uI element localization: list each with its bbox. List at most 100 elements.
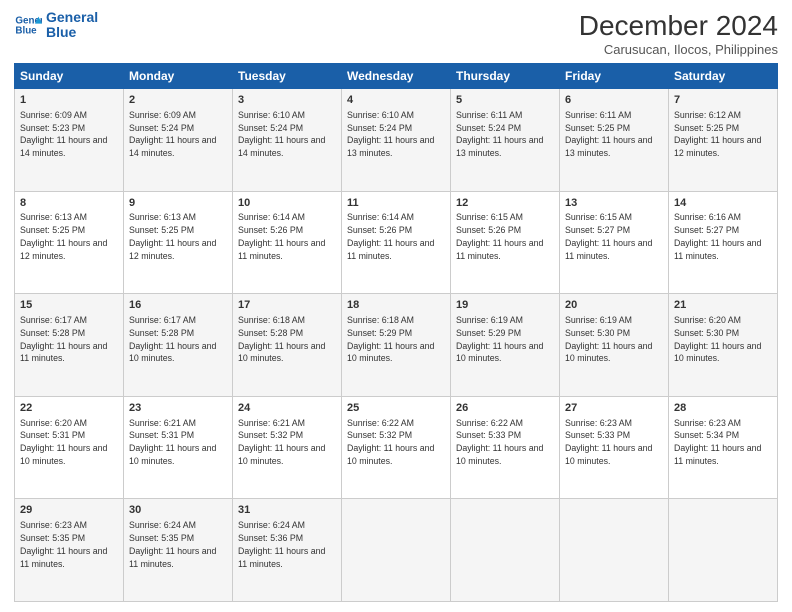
day-info: Sunrise: 6:22 AMSunset: 5:32 PMDaylight:… — [347, 418, 434, 466]
day-number: 3 — [238, 93, 336, 108]
day-number: 27 — [565, 401, 663, 416]
day-info: Sunrise: 6:23 AMSunset: 5:33 PMDaylight:… — [565, 418, 652, 466]
day-number: 31 — [238, 503, 336, 518]
logo-line2: Blue — [46, 25, 98, 40]
calendar-day-cell: 3 Sunrise: 6:10 AMSunset: 5:24 PMDayligh… — [233, 89, 342, 192]
day-info: Sunrise: 6:14 AMSunset: 5:26 PMDaylight:… — [238, 212, 325, 260]
day-number: 7 — [674, 93, 772, 108]
calendar-day-cell: 26 Sunrise: 6:22 AMSunset: 5:33 PMDaylig… — [451, 396, 560, 499]
day-number: 2 — [129, 93, 227, 108]
day-number: 22 — [20, 401, 118, 416]
calendar-week-row: 15 Sunrise: 6:17 AMSunset: 5:28 PMDaylig… — [15, 294, 778, 397]
day-info: Sunrise: 6:10 AMSunset: 5:24 PMDaylight:… — [347, 110, 434, 158]
calendar-day-cell: 18 Sunrise: 6:18 AMSunset: 5:29 PMDaylig… — [342, 294, 451, 397]
day-info: Sunrise: 6:14 AMSunset: 5:26 PMDaylight:… — [347, 212, 434, 260]
day-info: Sunrise: 6:11 AMSunset: 5:24 PMDaylight:… — [456, 110, 543, 158]
day-info: Sunrise: 6:21 AMSunset: 5:32 PMDaylight:… — [238, 418, 325, 466]
calendar-day-cell: 25 Sunrise: 6:22 AMSunset: 5:32 PMDaylig… — [342, 396, 451, 499]
logo-icon: General Blue — [14, 11, 42, 39]
calendar-day-cell: 15 Sunrise: 6:17 AMSunset: 5:28 PMDaylig… — [15, 294, 124, 397]
day-number: 21 — [674, 298, 772, 313]
day-info: Sunrise: 6:23 AMSunset: 5:35 PMDaylight:… — [20, 520, 107, 568]
calendar-day-cell: 8 Sunrise: 6:13 AMSunset: 5:25 PMDayligh… — [15, 191, 124, 294]
calendar-day-cell: 23 Sunrise: 6:21 AMSunset: 5:31 PMDaylig… — [124, 396, 233, 499]
calendar-day-cell — [669, 499, 778, 602]
logo: General Blue General Blue — [14, 10, 98, 41]
calendar-day-cell: 4 Sunrise: 6:10 AMSunset: 5:24 PMDayligh… — [342, 89, 451, 192]
calendar-day-cell: 14 Sunrise: 6:16 AMSunset: 5:27 PMDaylig… — [669, 191, 778, 294]
day-number: 16 — [129, 298, 227, 313]
calendar-day-cell: 31 Sunrise: 6:24 AMSunset: 5:36 PMDaylig… — [233, 499, 342, 602]
calendar-day-cell: 24 Sunrise: 6:21 AMSunset: 5:32 PMDaylig… — [233, 396, 342, 499]
calendar-week-row: 29 Sunrise: 6:23 AMSunset: 5:35 PMDaylig… — [15, 499, 778, 602]
calendar-day-header: Sunday — [15, 64, 124, 89]
day-number: 20 — [565, 298, 663, 313]
calendar-day-header: Thursday — [451, 64, 560, 89]
day-info: Sunrise: 6:22 AMSunset: 5:33 PMDaylight:… — [456, 418, 543, 466]
day-info: Sunrise: 6:15 AMSunset: 5:27 PMDaylight:… — [565, 212, 652, 260]
calendar-day-cell: 29 Sunrise: 6:23 AMSunset: 5:35 PMDaylig… — [15, 499, 124, 602]
day-info: Sunrise: 6:09 AMSunset: 5:23 PMDaylight:… — [20, 110, 107, 158]
calendar-day-cell: 1 Sunrise: 6:09 AMSunset: 5:23 PMDayligh… — [15, 89, 124, 192]
calendar-table: SundayMondayTuesdayWednesdayThursdayFrid… — [14, 63, 778, 602]
day-number: 6 — [565, 93, 663, 108]
calendar-day-cell: 9 Sunrise: 6:13 AMSunset: 5:25 PMDayligh… — [124, 191, 233, 294]
calendar-day-header: Wednesday — [342, 64, 451, 89]
calendar-day-cell: 16 Sunrise: 6:17 AMSunset: 5:28 PMDaylig… — [124, 294, 233, 397]
day-number: 18 — [347, 298, 445, 313]
calendar-day-cell: 30 Sunrise: 6:24 AMSunset: 5:35 PMDaylig… — [124, 499, 233, 602]
page-subtitle: Carusucan, Ilocos, Philippines — [579, 42, 778, 57]
day-number: 14 — [674, 196, 772, 211]
day-number: 5 — [456, 93, 554, 108]
calendar-day-cell: 2 Sunrise: 6:09 AMSunset: 5:24 PMDayligh… — [124, 89, 233, 192]
calendar-day-header: Friday — [560, 64, 669, 89]
day-info: Sunrise: 6:17 AMSunset: 5:28 PMDaylight:… — [20, 315, 107, 363]
calendar-day-cell: 10 Sunrise: 6:14 AMSunset: 5:26 PMDaylig… — [233, 191, 342, 294]
calendar-day-cell: 17 Sunrise: 6:18 AMSunset: 5:28 PMDaylig… — [233, 294, 342, 397]
day-number: 1 — [20, 93, 118, 108]
calendar-week-row: 1 Sunrise: 6:09 AMSunset: 5:23 PMDayligh… — [15, 89, 778, 192]
calendar-week-row: 22 Sunrise: 6:20 AMSunset: 5:31 PMDaylig… — [15, 396, 778, 499]
calendar-header-row: SundayMondayTuesdayWednesdayThursdayFrid… — [15, 64, 778, 89]
day-info: Sunrise: 6:24 AMSunset: 5:35 PMDaylight:… — [129, 520, 216, 568]
day-number: 19 — [456, 298, 554, 313]
calendar-day-header: Monday — [124, 64, 233, 89]
calendar-week-row: 8 Sunrise: 6:13 AMSunset: 5:25 PMDayligh… — [15, 191, 778, 294]
header: General Blue General Blue December 2024 … — [14, 10, 778, 57]
day-info: Sunrise: 6:11 AMSunset: 5:25 PMDaylight:… — [565, 110, 652, 158]
calendar-day-cell: 13 Sunrise: 6:15 AMSunset: 5:27 PMDaylig… — [560, 191, 669, 294]
calendar-day-cell: 12 Sunrise: 6:15 AMSunset: 5:26 PMDaylig… — [451, 191, 560, 294]
day-number: 9 — [129, 196, 227, 211]
day-number: 24 — [238, 401, 336, 416]
day-info: Sunrise: 6:12 AMSunset: 5:25 PMDaylight:… — [674, 110, 761, 158]
day-info: Sunrise: 6:18 AMSunset: 5:29 PMDaylight:… — [347, 315, 434, 363]
calendar-day-cell: 5 Sunrise: 6:11 AMSunset: 5:24 PMDayligh… — [451, 89, 560, 192]
day-info: Sunrise: 6:15 AMSunset: 5:26 PMDaylight:… — [456, 212, 543, 260]
day-number: 15 — [20, 298, 118, 313]
day-number: 30 — [129, 503, 227, 518]
page-title: December 2024 — [579, 10, 778, 42]
day-number: 4 — [347, 93, 445, 108]
day-number: 8 — [20, 196, 118, 211]
calendar-day-cell: 22 Sunrise: 6:20 AMSunset: 5:31 PMDaylig… — [15, 396, 124, 499]
day-number: 17 — [238, 298, 336, 313]
day-number: 29 — [20, 503, 118, 518]
day-number: 28 — [674, 401, 772, 416]
calendar-day-header: Saturday — [669, 64, 778, 89]
logo-line1: General — [46, 10, 98, 25]
day-info: Sunrise: 6:19 AMSunset: 5:30 PMDaylight:… — [565, 315, 652, 363]
day-info: Sunrise: 6:23 AMSunset: 5:34 PMDaylight:… — [674, 418, 761, 466]
day-number: 26 — [456, 401, 554, 416]
day-info: Sunrise: 6:20 AMSunset: 5:30 PMDaylight:… — [674, 315, 761, 363]
day-info: Sunrise: 6:09 AMSunset: 5:24 PMDaylight:… — [129, 110, 216, 158]
day-info: Sunrise: 6:17 AMSunset: 5:28 PMDaylight:… — [129, 315, 216, 363]
day-number: 11 — [347, 196, 445, 211]
day-info: Sunrise: 6:24 AMSunset: 5:36 PMDaylight:… — [238, 520, 325, 568]
day-info: Sunrise: 6:13 AMSunset: 5:25 PMDaylight:… — [129, 212, 216, 260]
page: General Blue General Blue December 2024 … — [0, 0, 792, 612]
title-block: December 2024 Carusucan, Ilocos, Philipp… — [579, 10, 778, 57]
calendar-day-cell — [342, 499, 451, 602]
calendar-day-cell: 7 Sunrise: 6:12 AMSunset: 5:25 PMDayligh… — [669, 89, 778, 192]
calendar-day-cell — [560, 499, 669, 602]
day-number: 23 — [129, 401, 227, 416]
